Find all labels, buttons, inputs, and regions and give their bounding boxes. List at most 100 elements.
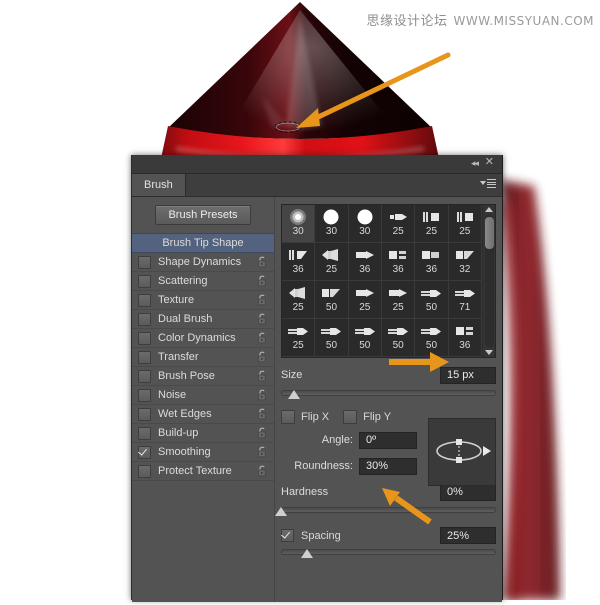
scroll-thumb[interactable] (484, 217, 494, 249)
brush-shape-preview[interactable] (428, 418, 496, 486)
brush-tip-cell[interactable]: 30 (315, 205, 349, 243)
brush-tip-scrollbar[interactable] (482, 205, 495, 357)
brush-tip-shape-header[interactable]: Brush Tip Shape (132, 234, 274, 253)
brush-tip-cell[interactable]: 25 (348, 281, 382, 319)
brush-tip-cell[interactable] (382, 357, 415, 358)
brush-tip-cell[interactable]: 36 (448, 319, 482, 357)
option-checkbox[interactable] (138, 464, 151, 478)
option-brush-pose[interactable]: Brush Pose (132, 367, 274, 386)
brush-tip-cell[interactable] (282, 357, 315, 358)
brush-tip-cell[interactable]: 25 (282, 281, 316, 319)
lock-icon[interactable] (257, 427, 268, 439)
brush-tip-cell[interactable]: 25 (448, 205, 482, 243)
panel-menu-icon[interactable] (480, 179, 496, 188)
option-checkbox[interactable] (138, 293, 151, 307)
option-checkbox[interactable] (138, 331, 151, 345)
brush-tip-cell[interactable]: 25 (282, 319, 316, 357)
option-checkbox[interactable] (138, 388, 151, 402)
roundness-input[interactable]: 30% (359, 457, 417, 475)
brush-tip-cell[interactable]: 50 (415, 281, 449, 319)
option-shape-dynamics[interactable]: Shape Dynamics (132, 253, 274, 272)
brush-tip-cell[interactable]: 50 (381, 319, 416, 357)
collapse-icon[interactable]: ◂◂ (471, 158, 479, 169)
lock-icon[interactable] (257, 351, 268, 363)
lock-icon[interactable] (257, 389, 268, 401)
spacing-slider[interactable] (281, 547, 496, 559)
brush-tip-cell[interactable]: 25 (381, 281, 416, 319)
brush-tip-size: 30 (359, 226, 371, 237)
option-protect-texture[interactable]: Protect Texture (132, 462, 274, 481)
close-icon[interactable]: ✕ (485, 157, 494, 168)
option-texture[interactable]: Texture (132, 291, 274, 310)
brush-tip-cell[interactable]: 71 (448, 281, 482, 319)
panel-body: Brush Presets Brush Tip Shape Shape Dynam… (132, 197, 502, 602)
spacing-slider-handle[interactable] (300, 549, 313, 558)
flip-x-checkbox[interactable] (281, 410, 295, 424)
option-checkbox[interactable] (138, 445, 151, 459)
brush-tip-cell[interactable]: 30 (348, 205, 382, 243)
option-label: Shape Dynamics (158, 256, 242, 268)
lock-icon[interactable] (257, 313, 268, 325)
brush-tip-cell[interactable]: 36 (415, 243, 449, 281)
brush-tip-cell[interactable]: 32 (448, 243, 482, 281)
angle-input[interactable]: 0º (359, 431, 417, 449)
brush-tip-grid[interactable]: 30 30 30 25 25 25 36 25 36 36 36 32 25 50 25 25 50 71 25 50… (282, 205, 482, 357)
option-wet-edges[interactable]: Wet Edges (132, 405, 274, 424)
option-transfer[interactable]: Transfer (132, 348, 274, 367)
brush-tip-cell[interactable]: 50 (315, 319, 349, 357)
option-checkbox[interactable] (138, 369, 151, 383)
option-checkbox[interactable] (138, 350, 151, 364)
lock-icon[interactable] (257, 465, 268, 477)
tab-brush[interactable]: Brush (132, 174, 186, 196)
scroll-down-icon[interactable] (485, 350, 493, 355)
hardness-slider-handle[interactable] (275, 507, 287, 516)
option-build-up[interactable]: Build-up (132, 424, 274, 443)
brush-tip-icon (456, 212, 473, 222)
lock-icon[interactable] (257, 332, 268, 344)
spacing-checkbox[interactable] (281, 529, 294, 542)
brush-tip-cell[interactable] (315, 357, 348, 358)
option-color-dynamics[interactable]: Color Dynamics (132, 329, 274, 348)
option-scattering[interactable]: Scattering (132, 272, 274, 291)
brush-tip-cell[interactable] (415, 357, 448, 358)
lock-icon[interactable] (257, 275, 268, 287)
option-checkbox[interactable] (138, 312, 151, 326)
lock-icon[interactable] (257, 256, 268, 268)
option-checkbox[interactable] (138, 426, 151, 440)
lock-icon[interactable] (257, 294, 268, 306)
brush-tip-cell[interactable] (349, 357, 382, 358)
brush-tip-cell[interactable]: 25 (381, 205, 416, 243)
brush-tip-cell[interactable]: 25 (315, 243, 349, 281)
brush-tip-cell[interactable]: 36 (282, 243, 316, 281)
size-slider[interactable] (281, 388, 496, 400)
option-checkbox[interactable] (138, 274, 151, 288)
hardness-input[interactable]: 0% (440, 483, 496, 501)
brush-presets-button[interactable]: Brush Presets (155, 205, 251, 225)
flip-y-checkbox[interactable] (343, 410, 358, 424)
brush-tip-cell[interactable]: 50 (315, 281, 349, 319)
brush-tip-cell[interactable]: 36 (348, 243, 382, 281)
option-checkbox[interactable] (138, 407, 151, 421)
lock-icon[interactable] (257, 370, 268, 382)
brush-tip-icon (423, 212, 440, 222)
scroll-track[interactable] (484, 215, 494, 347)
hardness-slider[interactable] (275, 505, 496, 517)
size-slider-handle[interactable] (287, 390, 300, 399)
option-checkbox[interactable] (138, 255, 151, 269)
brush-tip-cell[interactable]: 36 (381, 243, 416, 281)
spacing-input[interactable]: 25% (440, 527, 496, 544)
option-smoothing[interactable]: Smoothing (132, 443, 274, 462)
brush-tip-cell[interactable]: 25 (415, 205, 449, 243)
brush-tip-cell[interactable]: 30 (282, 205, 316, 243)
brush-tip-cell[interactable] (449, 357, 482, 358)
option-dual-brush[interactable]: Dual Brush (132, 310, 274, 329)
lock-icon[interactable] (257, 408, 268, 420)
option-noise[interactable]: Noise (132, 386, 274, 405)
scroll-up-icon[interactable] (485, 207, 493, 212)
brush-tip-icon-chisel (285, 322, 311, 340)
brush-tip-cell[interactable]: 50 (415, 319, 449, 357)
size-input[interactable]: 15 px (440, 366, 496, 384)
brush-tip-icon (357, 209, 373, 225)
brush-tip-cell[interactable]: 50 (348, 319, 382, 357)
lock-icon[interactable] (257, 446, 268, 458)
